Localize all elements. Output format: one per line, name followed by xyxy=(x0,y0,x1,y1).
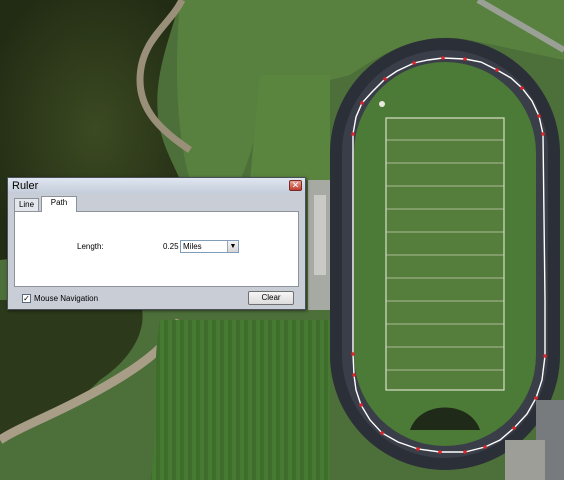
checkmark-icon: ✓ xyxy=(23,294,30,303)
ruler-dialog: Ruler ✕ Line Path Length: 0.25 Miles ▼ ✓… xyxy=(7,177,306,310)
field-right-strip xyxy=(250,75,330,180)
tab-panel: Length: 0.25 Miles ▼ xyxy=(14,211,299,287)
mowed-field xyxy=(150,320,330,480)
tab-line[interactable]: Line xyxy=(14,198,39,211)
length-value: 0.25 xyxy=(163,242,179,251)
football-field xyxy=(385,117,505,391)
mouse-navigation-label: Mouse Navigation xyxy=(34,294,99,303)
field-marker xyxy=(379,101,385,107)
unit-select[interactable]: Miles ▼ xyxy=(180,240,239,253)
clear-button[interactable]: Clear xyxy=(248,291,294,305)
close-icon: ✕ xyxy=(291,180,300,190)
unit-selected-value: Miles xyxy=(183,242,202,251)
mouse-navigation-checkbox[interactable]: ✓ xyxy=(22,294,31,303)
bleachers xyxy=(314,195,326,275)
tab-path[interactable]: Path xyxy=(41,196,77,212)
pavement xyxy=(505,440,545,480)
length-label: Length: xyxy=(77,242,104,251)
chevron-down-icon[interactable]: ▼ xyxy=(227,241,238,252)
close-button[interactable]: ✕ xyxy=(289,180,302,191)
dialog-titlebar[interactable]: Ruler ✕ xyxy=(8,178,305,194)
dialog-title: Ruler xyxy=(12,180,39,192)
